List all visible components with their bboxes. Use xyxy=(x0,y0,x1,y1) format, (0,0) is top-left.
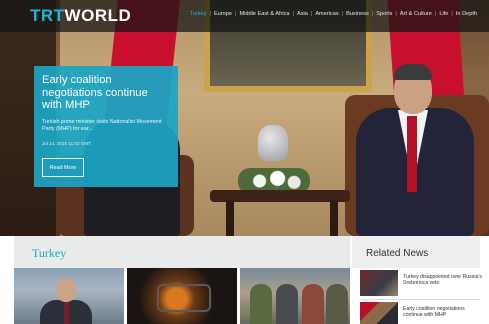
divider xyxy=(360,299,480,300)
nav-separator: | xyxy=(371,11,374,17)
nav-item-turkey[interactable]: Turkey xyxy=(190,11,207,17)
related-item[interactable]: Early coalition negotiations continue wi… xyxy=(360,302,482,324)
vase xyxy=(258,125,288,161)
nav-item-in-depth[interactable]: In Depth xyxy=(456,11,477,17)
story-thumbnail[interactable] xyxy=(14,268,124,324)
section-header: Turkey xyxy=(14,236,350,268)
story-summary: Turkish prime minister visits Nationalis… xyxy=(42,118,162,132)
nav-separator: | xyxy=(451,11,453,17)
nav-item-middle-east-africa[interactable]: Middle East & Africa xyxy=(239,11,289,17)
logo-trt: TRT xyxy=(30,6,65,25)
related-item-text[interactable]: Early coalition negotiations continue wi… xyxy=(403,302,482,319)
nav-item-sports[interactable]: Sports xyxy=(376,11,392,17)
story-thumbnail[interactable] xyxy=(127,268,237,324)
related-thumbnail[interactable] xyxy=(360,270,398,296)
nav-separator: | xyxy=(434,11,437,17)
related-news-header: Related News xyxy=(352,236,480,268)
trt-world-logo[interactable]: TRT WORLD xyxy=(30,6,131,26)
logo-world: WORLD xyxy=(64,6,132,25)
related-item-text[interactable]: Turkey disappointed over Russia's Srebre… xyxy=(403,270,482,287)
main-nav: Turkey | Europe | Middle East & Africa |… xyxy=(190,11,477,17)
related-item[interactable]: Turkey disappointed over Russia's Srebre… xyxy=(360,270,482,296)
nav-item-art-culture[interactable]: Art & Culture xyxy=(400,11,432,17)
story-thumbnail[interactable] xyxy=(240,268,350,324)
nav-item-asia[interactable]: Asia xyxy=(297,11,308,17)
nav-separator: | xyxy=(209,11,211,17)
featured-story-card[interactable]: Early coalition negotiations continue wi… xyxy=(34,66,178,187)
story-date: Jul 14, 2015 11:03 GMT xyxy=(42,140,91,146)
nav-separator: | xyxy=(235,11,237,17)
nav-separator: | xyxy=(310,11,313,17)
nav-separator: | xyxy=(341,11,344,17)
related-news-title: Related News xyxy=(366,248,429,259)
lower-section: Turkey Related News Turkey disappointed … xyxy=(0,236,489,324)
site-header: TRT WORLD Turkey | Europe | Middle East … xyxy=(0,0,489,32)
section-title[interactable]: Turkey xyxy=(32,246,66,261)
story-title[interactable]: Early coalition negotiations continue wi… xyxy=(42,74,170,112)
read-more-button[interactable]: Read More xyxy=(42,158,84,177)
related-thumbnail[interactable] xyxy=(360,302,398,324)
nav-item-europe[interactable]: Europe xyxy=(214,11,232,17)
nav-item-americas[interactable]: Americas xyxy=(315,11,338,17)
nav-item-business[interactable]: Business xyxy=(346,11,369,17)
nav-item-life[interactable]: Life xyxy=(439,11,448,17)
nav-separator: | xyxy=(292,11,294,17)
nav-separator: | xyxy=(395,11,397,17)
